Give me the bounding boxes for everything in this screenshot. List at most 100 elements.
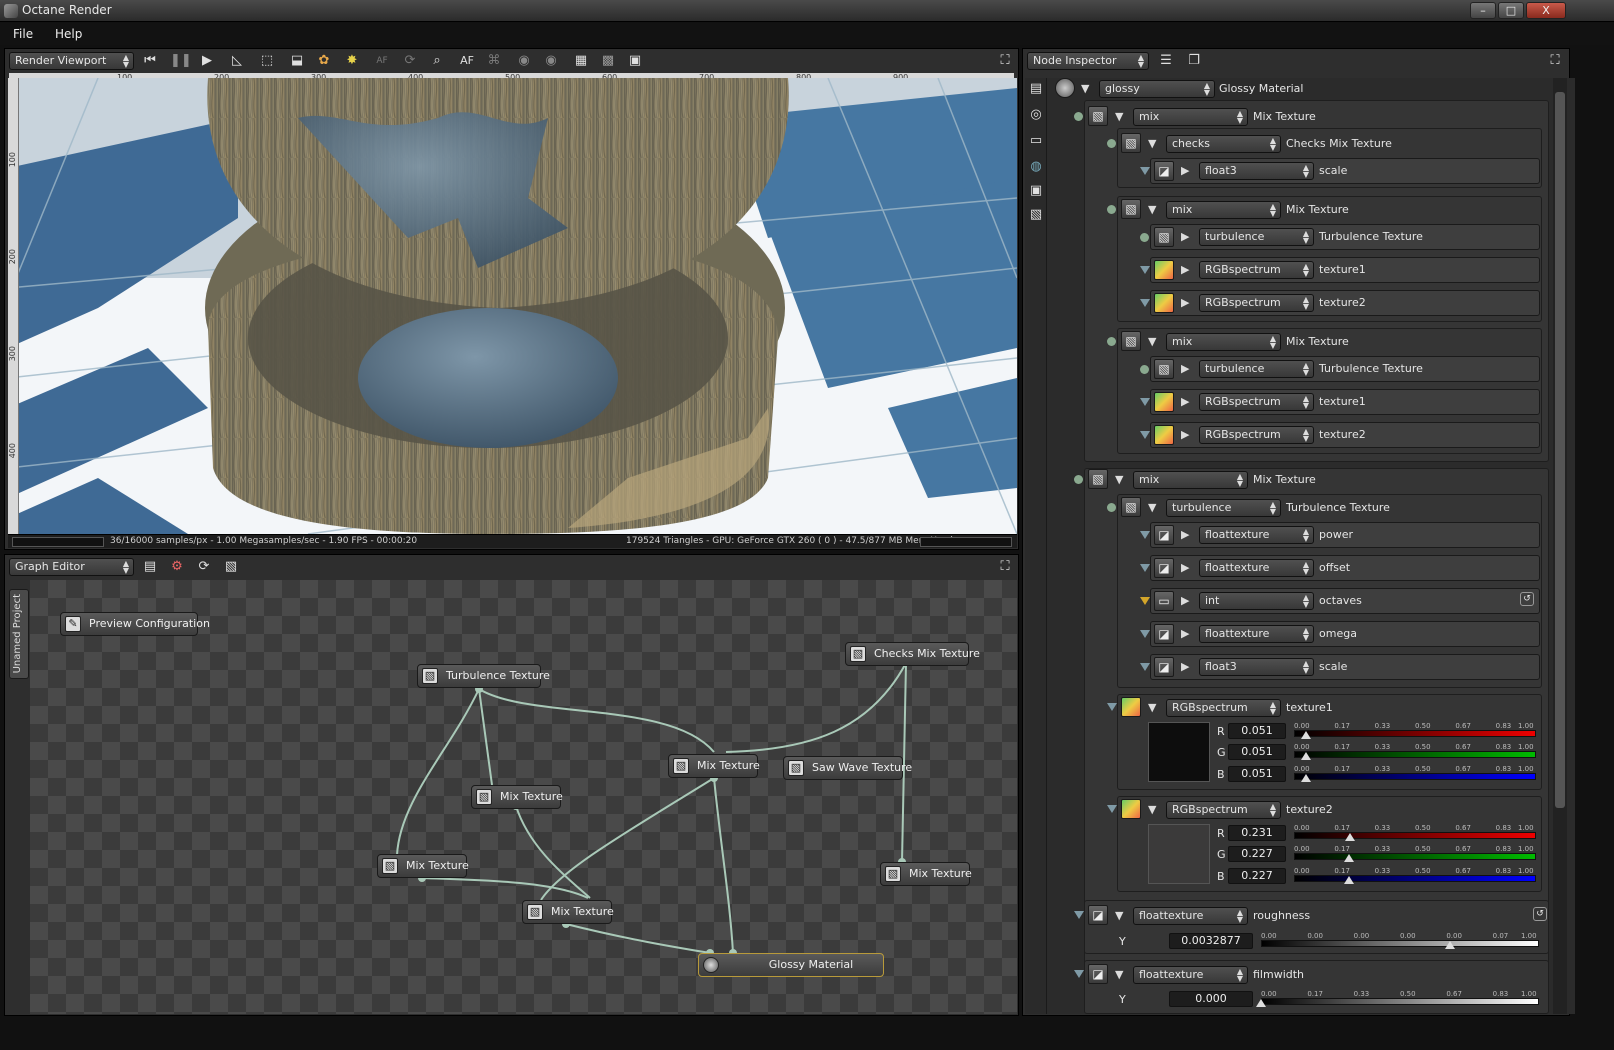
list-icon[interactable]: ☰ — [1157, 52, 1175, 70]
red-slider[interactable] — [1294, 730, 1536, 737]
octaves-dropdown[interactable]: int ▲ ▼ — [1199, 592, 1314, 610]
mix-texture-node-a[interactable]: ▧ Mix Texture — [668, 754, 760, 778]
reload-icon[interactable]: ⟳ — [195, 558, 213, 576]
root-type-dropdown[interactable]: glossy ▲ ▼ — [1099, 80, 1215, 98]
mix3-turbulence-dropdown[interactable]: turbulence ▲ ▼ — [1199, 360, 1314, 378]
input-pin[interactable] — [1140, 431, 1150, 439]
input-pin[interactable] — [1140, 167, 1150, 175]
zoom-icon[interactable]: ⌕ — [428, 52, 446, 70]
node-graph-canvas[interactable]: ✎ Preview Configuration ▧ Turbulence Textu… — [30, 580, 1017, 1014]
input-pin[interactable] — [1140, 398, 1150, 406]
red-value-input[interactable]: 0.231 — [1228, 825, 1286, 841]
input-pin[interactable] — [1140, 630, 1150, 638]
expand-triangle-icon[interactable]: ▶ — [1181, 395, 1189, 408]
input-pin[interactable] — [1107, 805, 1117, 813]
input-pin[interactable] — [1140, 365, 1149, 374]
inspector-scrollbar[interactable] — [1553, 78, 1567, 1014]
camera-icon[interactable]: ◎ — [1027, 106, 1045, 124]
node-inspector-selector[interactable]: Node Inspector ▲ ▼ — [1027, 52, 1149, 70]
input-pin[interactable] — [1107, 205, 1116, 214]
mix3-texture1-dropdown[interactable]: RGBspectrum ▲ ▼ — [1199, 393, 1314, 411]
af-button[interactable]: AF — [458, 52, 476, 70]
collapse-triangle-icon[interactable]: ▼ — [1115, 473, 1123, 486]
color-swatch[interactable] — [1148, 722, 1210, 782]
blue-value-input[interactable]: 0.227 — [1228, 868, 1286, 884]
material-icon[interactable]: ▤ — [1027, 80, 1045, 98]
collapse-triangle-icon[interactable]: ▼ — [1148, 203, 1156, 216]
mix3-texture2-dropdown[interactable]: RGBspectrum ▲ ▼ — [1199, 426, 1314, 444]
lens-icon[interactable]: ⌘ — [485, 52, 503, 70]
fullscreen-icon[interactable]: ⛶ — [1546, 52, 1564, 70]
minimize-button[interactable]: – — [1470, 2, 1496, 19]
mix2-type-dropdown[interactable]: mix ▲ ▼ — [1166, 201, 1281, 219]
pause-icon[interactable]: ❚❚ — [170, 52, 192, 70]
input-pin[interactable] — [1107, 503, 1116, 512]
input-pin[interactable] — [1140, 597, 1150, 605]
skip-back-icon[interactable]: ⏮ — [141, 52, 159, 70]
input-pin[interactable] — [1074, 970, 1084, 978]
red-value-input[interactable]: 0.051 — [1228, 723, 1286, 739]
collapse-triangle-icon[interactable]: ▼ — [1115, 110, 1123, 123]
color-swatch[interactable] — [1148, 824, 1210, 884]
input-pin[interactable] — [1107, 139, 1116, 148]
collapse-triangle-icon[interactable]: ▼ — [1148, 701, 1156, 714]
expand-triangle-icon[interactable]: ▶ — [1181, 627, 1189, 640]
mix2-turbulence-dropdown[interactable]: turbulence ▲ ▼ — [1199, 228, 1314, 246]
collapse-triangle-icon[interactable]: ▼ — [1148, 137, 1156, 150]
pick-icon[interactable]: ⬓ — [288, 52, 306, 70]
mix-texture-node-d[interactable]: ▧ Mix Texture — [522, 900, 614, 924]
expand-triangle-icon[interactable]: ▶ — [1181, 660, 1189, 673]
texture1-type-dropdown[interactable]: RGBspectrum ▲ ▼ — [1166, 699, 1281, 717]
turbulence-scale-dropdown[interactable]: float3 ▲ ▼ — [1199, 658, 1314, 676]
blue-value-input[interactable]: 0.051 — [1228, 766, 1286, 782]
menu-file[interactable]: File — [13, 27, 33, 41]
render-viewport-selector[interactable]: Render Viewport ▲ ▼ — [9, 52, 134, 70]
expand-triangle-icon[interactable]: ▶ — [1181, 230, 1189, 243]
save-graph-icon[interactable]: ▤ — [141, 558, 159, 576]
reset-icon[interactable]: ↺ — [1533, 907, 1547, 921]
collapse-triangle-icon[interactable]: ▼ — [1148, 335, 1156, 348]
expand-triangle-icon[interactable]: ▶ — [1181, 528, 1189, 541]
maximize-button[interactable]: □ — [1498, 2, 1524, 19]
star-icon[interactable]: ✸ — [343, 52, 361, 70]
texture-icon[interactable]: ▧ — [1027, 206, 1045, 224]
roughness-value-input[interactable]: 0.0032877 — [1169, 933, 1253, 949]
input-pin[interactable] — [1107, 703, 1117, 711]
green-value-input[interactable]: 0.227 — [1228, 846, 1286, 862]
ruler-icon[interactable]: ◺ — [228, 52, 246, 70]
input-pin[interactable] — [1074, 475, 1083, 484]
scrollbar-thumb[interactable] — [1555, 92, 1565, 808]
collapse-triangle-icon[interactable]: ▼ — [1115, 968, 1123, 981]
collapse-triangle-icon[interactable]: ▼ — [1081, 82, 1089, 95]
rotate-icon[interactable]: ⟳ — [401, 52, 419, 70]
mix2-texture1-dropdown[interactable]: RGBspectrum ▲ ▼ — [1199, 261, 1314, 279]
input-pin[interactable] — [1140, 299, 1150, 307]
circle1-icon[interactable]: ◉ — [515, 52, 533, 70]
mix-texture-node-b[interactable]: ▧ Mix Texture — [471, 785, 563, 809]
close-button[interactable]: X — [1526, 2, 1566, 19]
grid3-icon[interactable]: ▣ — [626, 52, 644, 70]
grid1-icon[interactable]: ▦ — [572, 52, 590, 70]
imager-icon[interactable]: ▣ — [1027, 182, 1045, 200]
expand-triangle-icon[interactable]: ▶ — [1181, 561, 1189, 574]
checks-scale-dropdown[interactable]: float3 ▲ ▼ — [1199, 162, 1314, 180]
collapse-triangle-icon[interactable]: ▼ — [1148, 501, 1156, 514]
roughness-slider[interactable] — [1261, 940, 1539, 947]
offset-dropdown[interactable]: floattexture ▲ ▼ — [1199, 559, 1314, 577]
collapse-triangle-icon[interactable]: ▼ — [1115, 909, 1123, 922]
turbulence-texture-node[interactable]: ▧ Turbulence Texture — [417, 664, 550, 688]
play-icon[interactable]: ▶ — [198, 52, 216, 70]
texture-icon[interactable]: ▧ — [222, 558, 240, 576]
input-pin[interactable] — [1140, 266, 1150, 274]
roughness-type-dropdown[interactable]: floattexture ▲ ▼ — [1133, 907, 1248, 925]
expand-triangle-icon[interactable]: ▶ — [1181, 263, 1189, 276]
kernel-icon[interactable]: ◍ — [1027, 158, 1045, 176]
mix4-type-dropdown[interactable]: mix ▲ ▼ — [1133, 471, 1248, 489]
blue-slider[interactable] — [1294, 773, 1536, 780]
input-pin[interactable] — [1140, 531, 1150, 539]
input-pin[interactable] — [1140, 663, 1150, 671]
green-value-input[interactable]: 0.051 — [1228, 744, 1286, 760]
input-pin[interactable] — [1074, 911, 1084, 919]
red-slider[interactable] — [1294, 832, 1536, 839]
input-pin[interactable] — [1140, 564, 1150, 572]
